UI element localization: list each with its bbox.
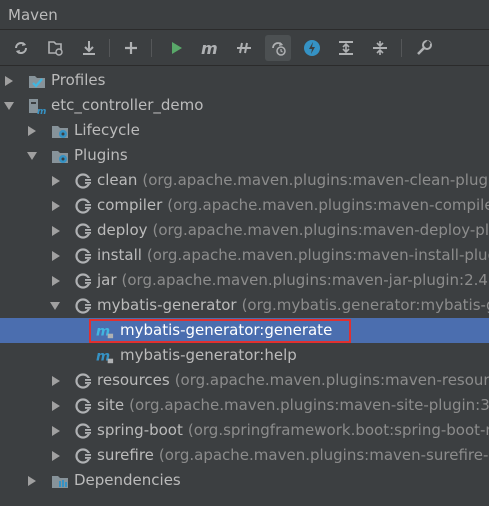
plugin-coordinates: (org.springframework.boot:spring-boot-ma… <box>187 421 489 439</box>
tree-node-plugin[interactable]: spring-boot (org.springframework.boot:spr… <box>0 418 489 443</box>
collapse-arrow-icon[interactable] <box>49 293 61 318</box>
tree-node-dependencies[interactable]: Dependencies <box>0 468 489 493</box>
skip-tests-icon[interactable] <box>265 35 291 61</box>
tree-node-label: install <box>97 246 142 264</box>
plugin-icon <box>75 373 92 389</box>
plugin-icon <box>75 423 92 439</box>
tool-window-title: Maven <box>8 6 58 24</box>
tree-node-plugin[interactable]: site (org.apache.maven.plugins:maven-site… <box>0 393 489 418</box>
collapse-arrow-icon[interactable] <box>26 143 38 168</box>
toolbar-separator <box>109 39 110 57</box>
collapse-all-icon[interactable] <box>367 35 393 61</box>
tree-node-plugins[interactable]: Plugins <box>0 143 489 168</box>
show-dependencies-icon[interactable] <box>299 35 325 61</box>
generate-sources-icon[interactable] <box>42 35 68 61</box>
tree-node-label: mybatis-generator:help <box>120 346 297 364</box>
plugin-coordinates: (org.apache.maven.plugins:maven-surefire… <box>158 446 489 464</box>
expand-arrow-icon[interactable] <box>50 218 62 243</box>
dependencies-folder-icon <box>52 476 68 488</box>
tree-node-label: jar <box>97 271 117 289</box>
maven-projects-tree: Profiles m etc_controller_demo Lifecycle… <box>0 68 489 506</box>
expand-arrow-icon[interactable] <box>50 418 62 443</box>
toolbar-separator <box>151 39 152 57</box>
plugin-coordinates: (org.mybatis.generator:mybatis-generator… <box>241 296 489 314</box>
run-icon[interactable] <box>163 35 189 61</box>
expand-arrow-icon[interactable] <box>26 118 38 143</box>
toggle-offline-icon[interactable] <box>231 35 257 61</box>
download-icon[interactable] <box>76 35 102 61</box>
plugin-icon <box>75 223 92 239</box>
tree-node-label: surefire <box>97 446 154 464</box>
tree-node-profiles[interactable]: Profiles <box>0 68 489 93</box>
expand-arrow-icon[interactable] <box>50 268 62 293</box>
collapse-arrow-icon[interactable] <box>3 93 15 118</box>
execute-goal-icon[interactable]: m <box>197 35 223 61</box>
tree-node-plugin[interactable]: surefire (org.apache.maven.plugins:maven-… <box>0 443 489 468</box>
plugin-icon <box>75 173 92 189</box>
tree-node-lifecycle[interactable]: Lifecycle <box>0 118 489 143</box>
plugin-coordinates: (org.apache.maven.plugins:maven-compiler… <box>167 196 489 214</box>
tree-node-label: site <box>97 396 125 414</box>
tree-node-goal-help[interactable]: m mybatis-generator:help <box>0 343 489 368</box>
tree-node-label: clean <box>97 171 138 189</box>
tree-node-label: Profiles <box>51 71 106 89</box>
plugin-icon <box>75 398 92 414</box>
tree-node-plugin[interactable]: mybatis-generator (org.mybatis.generator:… <box>0 293 489 318</box>
expand-arrow-icon[interactable] <box>26 468 38 493</box>
tree-node-label: deploy <box>97 221 148 239</box>
svg-text:m: m <box>201 39 218 57</box>
toolbar-separator <box>401 39 402 57</box>
expand-arrow-icon[interactable] <box>50 168 62 193</box>
maven-goal-icon: m <box>96 349 114 365</box>
tree-node-plugin[interactable]: resources (org.apache.maven.plugins:maven… <box>0 368 489 393</box>
add-icon[interactable] <box>118 35 144 61</box>
plugin-coordinates: (org.apache.maven.plugins:maven-install-… <box>146 246 489 264</box>
tree-node-plugin[interactable]: install (org.apache.maven.plugins:maven-i… <box>0 243 489 268</box>
tree-node-label: spring-boot <box>97 421 183 439</box>
reimport-icon[interactable] <box>8 35 34 61</box>
plugins-folder-icon <box>52 151 68 163</box>
tree-node-label: resources <box>97 371 170 389</box>
expand-all-icon[interactable] <box>333 35 359 61</box>
expand-arrow-icon[interactable] <box>50 368 62 393</box>
plugin-icon <box>75 448 92 464</box>
maven-toolbar: m <box>0 31 489 66</box>
svg-text:m: m <box>37 107 46 115</box>
plugin-coordinates: (org.apache.maven.plugins:maven-site-plu… <box>129 396 489 414</box>
tree-node-label: etc_controller_demo <box>51 96 204 114</box>
expand-arrow-icon[interactable] <box>50 393 62 418</box>
tree-node-plugin[interactable]: deploy (org.apache.maven.plugins:maven-de… <box>0 218 489 243</box>
tree-node-plugin[interactable]: compiler (org.apache.maven.plugins:maven-… <box>0 193 489 218</box>
maven-project-icon: m <box>29 99 46 115</box>
settings-icon[interactable] <box>411 35 437 61</box>
profiles-folder-icon <box>29 76 45 88</box>
highlight-annotation-box <box>89 319 351 343</box>
tree-node-label: mybatis-generator <box>97 296 237 314</box>
plugin-icon <box>75 198 92 214</box>
tree-node-label: compiler <box>97 196 163 214</box>
tree-node-label: Plugins <box>74 146 128 164</box>
plugin-icon <box>75 298 92 314</box>
lifecycle-folder-icon <box>52 126 68 138</box>
plugin-coordinates: (org.apache.maven.plugins:maven-jar-plug… <box>121 271 489 289</box>
tree-node-label: Lifecycle <box>74 121 140 139</box>
tree-node-plugin[interactable]: jar (org.apache.maven.plugins:maven-jar-p… <box>0 268 489 293</box>
plugin-coordinates: (org.apache.maven.plugins:maven-resource… <box>174 371 489 389</box>
plugin-coordinates: (org.apache.maven.plugins:maven-deploy-p… <box>152 221 489 239</box>
expand-arrow-icon[interactable] <box>50 243 62 268</box>
plugin-coordinates: (org.apache.maven.plugins:maven-clean-pl… <box>142 171 489 189</box>
expand-arrow-icon[interactable] <box>50 443 62 468</box>
tool-window-header: Maven <box>0 0 489 30</box>
expand-arrow-icon[interactable] <box>50 193 62 218</box>
tree-node-plugin[interactable]: clean (org.apache.maven.plugins:maven-cle… <box>0 168 489 193</box>
plugin-icon <box>75 273 92 289</box>
tree-node-label: Dependencies <box>74 471 181 489</box>
tree-node-project[interactable]: m etc_controller_demo <box>0 93 489 118</box>
plugin-icon <box>75 248 92 264</box>
expand-arrow-icon[interactable] <box>3 68 15 93</box>
